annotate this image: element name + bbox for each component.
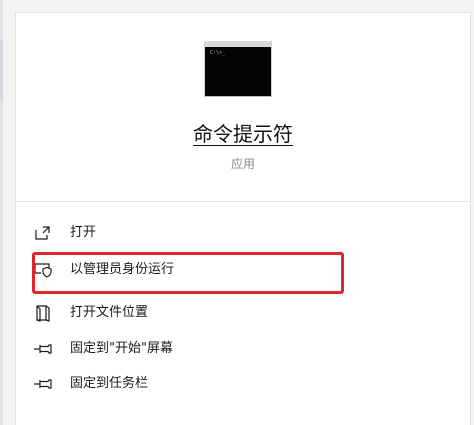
pin-icon: [32, 374, 54, 394]
menu-item-pin-to-taskbar[interactable]: 固定到任务栏: [32, 368, 452, 400]
app-header: C:\>_ 命令提示符 应用: [16, 13, 470, 201]
shield-admin-icon: [32, 260, 54, 280]
icon-prompt-text: C:\>_: [210, 50, 226, 56]
command-prompt-icon[interactable]: C:\>_: [204, 41, 272, 97]
menu-item-label: 打开文件位置: [70, 305, 149, 320]
menu-item-label: 固定到"开始"屏幕: [70, 341, 173, 356]
menu-item-pin-to-start[interactable]: 固定到"开始"屏幕: [32, 333, 452, 365]
menu-item-open-file-location[interactable]: 打开文件位置: [32, 297, 452, 329]
menu-item-label: 打开: [70, 225, 97, 240]
open-icon: [32, 223, 54, 243]
window-left-edge: [0, 0, 3, 425]
pin-icon: [32, 339, 54, 359]
menu-item-run-as-admin[interactable]: 以管理员身份运行: [32, 254, 452, 286]
app-title[interactable]: 命令提示符: [16, 121, 470, 147]
menu-item-label: 以管理员身份运行: [70, 262, 175, 277]
file-location-icon: [32, 303, 54, 323]
app-type-label: 应用: [230, 157, 255, 171]
left-edge-marker: [0, 40, 3, 100]
app-title-text[interactable]: 命令提示符: [193, 122, 293, 146]
menu-item-open[interactable]: 打开: [32, 217, 452, 249]
menu-item-label: 固定到任务栏: [70, 376, 149, 391]
section-divider: [16, 201, 470, 202]
app-context-panel: C:\>_ 命令提示符 应用 打开 以管理员身份运行 打开文件位置 固定到"开始…: [15, 12, 471, 425]
